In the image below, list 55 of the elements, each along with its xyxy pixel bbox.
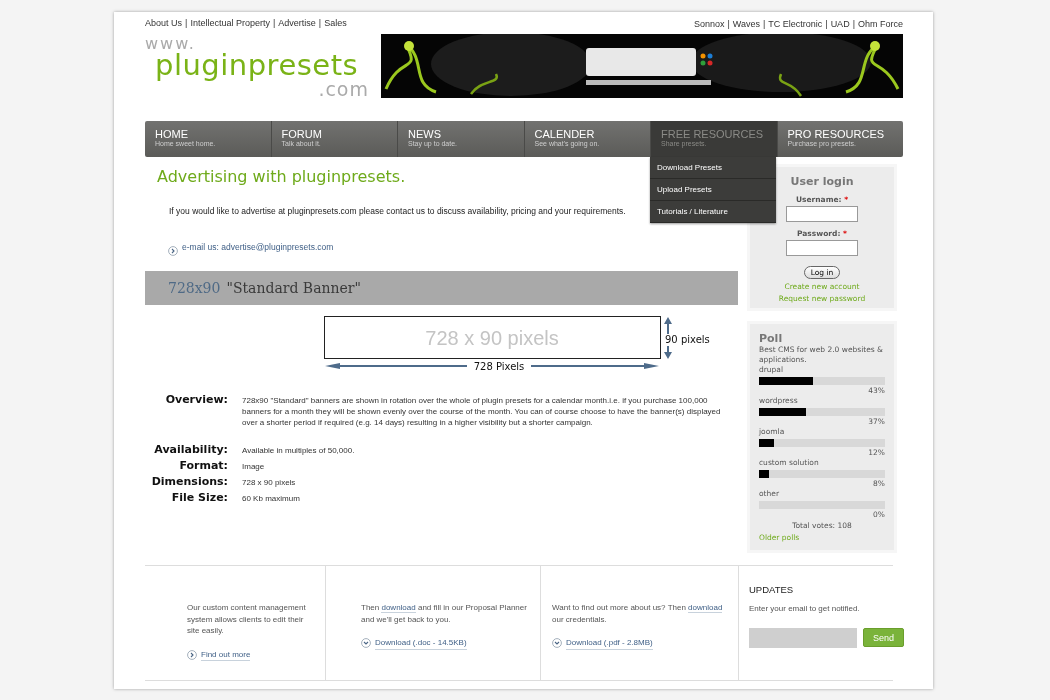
email-field[interactable] (749, 628, 857, 648)
page-title: Advertising with pluginpresets. (157, 167, 406, 186)
down-arrow (664, 346, 672, 359)
panel-title: User login (790, 175, 854, 188)
detail-label: Dimensions: (150, 474, 228, 490)
detail-value: Available in multiples of 50,000. (242, 445, 356, 456)
partner-link[interactable]: Waves (732, 19, 760, 29)
separator: | (852, 19, 855, 29)
detail-value: 728x90 "Standard" banners are shown in rotation over the whole of plugin presets for a calendar month.i.e. if you purchase 100,000 banners for a month they will be shown evenly over the course of the month. You can of course choose to have the banner(s) displayed over a shorter period if required (e.g. 14 days) resulting in a higher visibility but a shorter campaign. (242, 395, 722, 428)
download-link[interactable]: Download (.pdf - 2.8MB) (566, 637, 653, 650)
top-link[interactable]: Sales (324, 17, 347, 28)
detail-label: Overview: (164, 392, 228, 408)
footer-text: Then download and fill in our Proposal Planner and we'll get back to you. (361, 602, 528, 625)
partner-link[interactable]: TC Electronic (768, 19, 823, 29)
separator: | (318, 17, 322, 28)
download-link[interactable]: download (688, 603, 723, 613)
chevron-down-icon (361, 638, 371, 649)
partner-link[interactable]: Sonnox (693, 19, 725, 29)
chevron-down-icon (552, 638, 562, 649)
top-link[interactable]: Intellectual Property (190, 17, 270, 28)
detail-value: 728 x 90 pixels (242, 477, 297, 488)
partner-link[interactable]: Ohm Force (858, 19, 903, 29)
width-label: 728 Pixels (473, 361, 525, 372)
size-label: 728x90 (168, 280, 221, 296)
updates-title: UPDATES (749, 584, 795, 596)
separator: | (185, 17, 188, 28)
panel-title: Poll (759, 332, 784, 345)
detail-value: 60 Kb maximum (242, 493, 301, 504)
footer-text: Want to find out more about us? Then download our credentials. (552, 602, 724, 625)
separator: | (272, 17, 276, 28)
separator: | (762, 19, 766, 29)
updates-text: Enter your email to get notified. (749, 602, 861, 614)
up-arrow (664, 317, 672, 334)
detail-label: Format: (178, 458, 228, 474)
height-label: 90 pixels (665, 334, 710, 345)
footer-text: Our custom content management system allows clients to edit their site easily. (187, 602, 307, 637)
chevron-right-icon (187, 649, 197, 660)
download-link[interactable]: download (381, 603, 416, 613)
placeholder-text: 728 x 90 pixels (425, 327, 559, 349)
separator: | (727, 19, 730, 29)
download-link[interactable]: Download (.doc - 14.5KB) (375, 637, 467, 650)
intro-text: If you would like to advertise at pluginpresets.com please contact us to discuss availability, pricing and your requirements. (169, 206, 626, 216)
separator: | (825, 19, 828, 29)
more-link[interactable]: Find out more (201, 648, 251, 661)
chevron-right-icon (168, 246, 178, 256)
detail-value: Image (242, 461, 266, 472)
detail-label: Availability: (153, 442, 228, 458)
partner-link[interactable]: UAD (830, 19, 850, 29)
top-link[interactable]: About Us (145, 17, 183, 28)
input-field[interactable] (786, 240, 858, 256)
detail-label: File Size: (170, 490, 228, 506)
top-link[interactable]: Advertise (278, 17, 316, 28)
input-field[interactable] (786, 206, 858, 222)
email-link[interactable]: e-mail us: advertise@pluginpresets.com (182, 241, 334, 252)
banner-title: "Standard Banner" (226, 280, 361, 296)
